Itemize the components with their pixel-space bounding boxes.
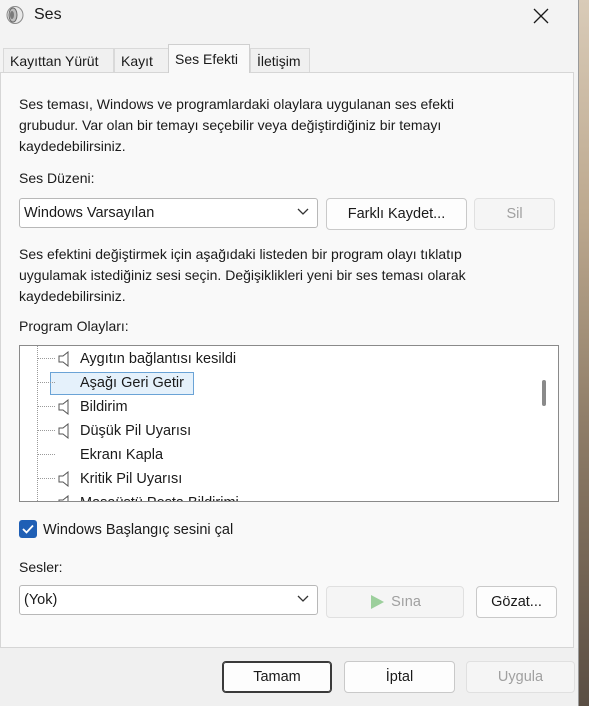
ok-button[interactable]: Tamam [222, 661, 332, 693]
list-item[interactable]: Ekranı Kapla [20, 443, 540, 467]
tab-playback[interactable]: Kayıttan Yürüt [3, 48, 114, 72]
description-line-2: grubudur. Var olan bir temayı seçebilir … [19, 117, 442, 133]
tab-sounds[interactable]: Ses Efekti [168, 44, 250, 73]
sound-scheme-label: Ses Düzeni: [19, 170, 95, 186]
event-label: Düşük Pil Uyarısı [80, 423, 192, 439]
list-item[interactable]: Kritik Pil Uyarısı [20, 467, 540, 491]
speaker-icon [58, 495, 69, 501]
play-icon [371, 595, 385, 609]
event-label: Masaüstü Posta Bildirimi [80, 491, 239, 501]
sound-scheme-dropdown[interactable]: Windows Varsayılan [19, 198, 318, 228]
speaker-icon [58, 399, 69, 415]
speaker-icon [58, 471, 69, 487]
save-as-button[interactable]: Farklı Kaydet... [326, 198, 467, 230]
startup-sound-label[interactable]: Windows Başlangıç sesini çal [43, 520, 233, 542]
test-label: Sına [391, 594, 421, 610]
browse-button[interactable]: Gözat... [476, 586, 557, 618]
sound-scheme-value: Windows Varsayılan [24, 205, 155, 221]
sounds-dropdown[interactable]: (Yok) [19, 585, 318, 615]
description-line-3: kaydedebilirsiniz. [19, 138, 126, 154]
apply-button[interactable]: Uygula [466, 661, 575, 693]
instructions-line-1: Ses efektini değiştirmek için aşağıdaki … [19, 246, 462, 262]
event-label: Ekranı Kapla [80, 447, 164, 463]
sounds-label: Sesler: [19, 559, 63, 575]
event-label: Aygıtın bağlantısı kesildi [80, 351, 237, 367]
chevron-down-icon [297, 208, 309, 215]
program-events-list[interactable]: Aygıtın bağlantısı kesildi Aşağı Geri Ge… [19, 345, 559, 502]
program-events-label: Program Olayları: [19, 318, 129, 334]
instructions-line-3: kaydedebilirsiniz. [19, 288, 126, 304]
event-label: Aşağı Geri Getir [80, 375, 184, 391]
delete-scheme-button[interactable]: Sil [474, 198, 555, 230]
tab-communications[interactable]: İletişim [250, 48, 310, 72]
event-label: Kritik Pil Uyarısı [80, 471, 183, 487]
startup-sound-checkbox[interactable] [19, 520, 37, 538]
cancel-button[interactable]: İptal [344, 661, 455, 693]
title-bar[interactable]: Ses [0, 0, 578, 34]
list-item[interactable]: Aşağı Geri Getir [20, 371, 540, 395]
event-label: Bildirim [80, 399, 128, 415]
list-item[interactable]: Bildirim [20, 395, 540, 419]
description-line-1: Ses teması, Windows ve programlardaki ol… [19, 96, 454, 112]
list-item[interactable]: Aygıtın bağlantısı kesildi [20, 347, 540, 371]
list-scrollbar-track[interactable] [540, 346, 558, 501]
instructions-line-2: uygulamak istediğiniz sesi seçin. Değişi… [19, 267, 466, 283]
checkmark-icon [22, 524, 34, 534]
tab-recording[interactable]: Kayıt [114, 48, 169, 72]
sound-dialog: Ses Kayıttan Yürüt Kayıt Ses Efekti İlet… [0, 0, 579, 706]
speaker-icon [58, 423, 69, 439]
sounds-value: (Yok) [24, 592, 58, 608]
window-title: Ses [34, 6, 62, 23]
test-button[interactable]: Sına [326, 586, 464, 618]
list-item[interactable]: Düşük Pil Uyarısı [20, 419, 540, 443]
desktop-background [578, 0, 589, 706]
close-icon [533, 8, 549, 24]
close-button[interactable] [518, 0, 564, 32]
chevron-down-icon [297, 595, 309, 602]
list-item[interactable]: Masaüstü Posta Bildirimi [20, 491, 540, 501]
speaker-icon [58, 351, 69, 367]
list-scrollbar-thumb[interactable] [542, 380, 546, 406]
speaker-app-icon [6, 6, 24, 24]
